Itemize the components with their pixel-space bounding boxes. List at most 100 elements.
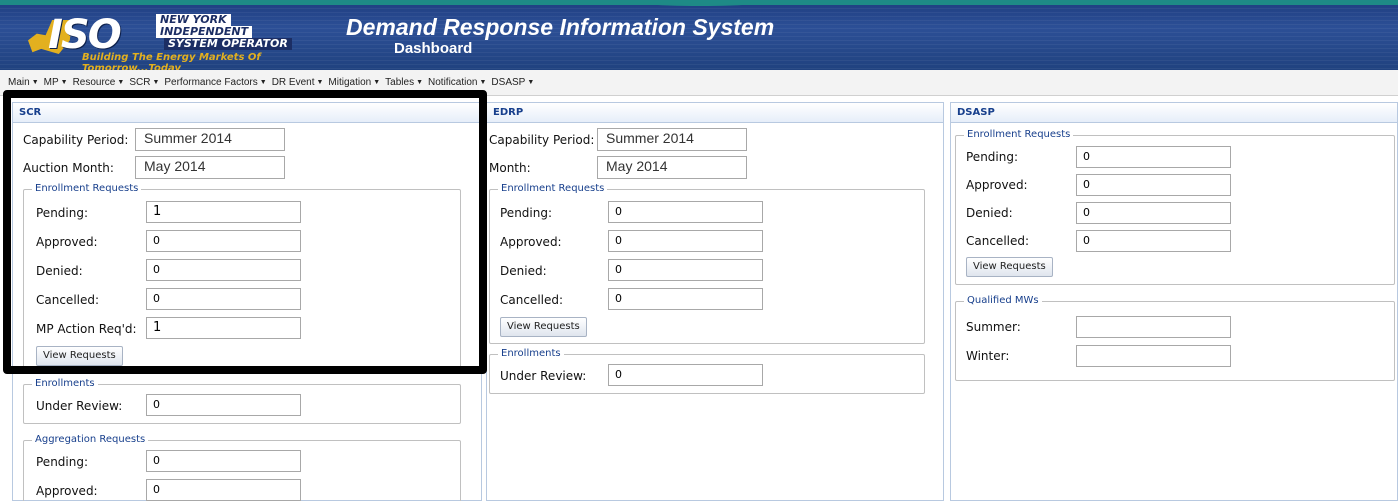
scr-enrollment-requests-legend: Enrollment Requests <box>32 183 142 194</box>
dsasp-denied-field[interactable]: 0 <box>1076 202 1231 224</box>
edrp-enrollment-requests-group: Enrollment Requests Pending: 0 Approved:… <box>489 183 925 344</box>
app-title: Demand Response Information System <box>346 14 775 40</box>
caret-down-icon: ▼ <box>316 79 324 86</box>
scr-enrollments-legend: Enrollments <box>32 378 98 389</box>
cancelled-field[interactable]: 0 <box>146 288 301 310</box>
scr-aggregation-requests-legend: Aggregation Requests <box>32 434 149 445</box>
capability-period-label: Capability Period: <box>23 133 129 147</box>
edrp-under-review-field[interactable]: 0 <box>608 364 763 386</box>
edrp-approved-label: Approved: <box>500 235 562 249</box>
logo-line-3: SYSTEM OPERATOR <box>164 38 292 50</box>
dsasp-view-requests-button[interactable]: View Requests <box>966 257 1053 277</box>
edrp-denied-label: Denied: <box>500 264 547 278</box>
menu-label: DSASP <box>491 77 526 88</box>
dsasp-cancelled-label: Cancelled: <box>966 234 1030 248</box>
logo-tagline: Building The Energy Markets Of Tomorrow.… <box>82 52 261 70</box>
edrp-month-field[interactable]: May 2014 <box>597 156 747 179</box>
menu-label: DR Event <box>271 77 315 88</box>
capability-period-field[interactable]: Summer 2014 <box>135 128 285 151</box>
menu-label: Notification <box>428 77 478 88</box>
menu-label: Tables <box>385 77 415 88</box>
nyiso-logo[interactable]: ISO NEW YORK INDEPENDENT SYSTEM OPERATOR… <box>18 12 318 70</box>
dsasp-qualified-mws-group: Qualified MWs Summer: Winter: <box>955 295 1395 381</box>
aggregation-approved-field[interactable]: 0 <box>146 479 301 501</box>
dsasp-denied-label: Denied: <box>966 206 1013 220</box>
caret-down-icon: ▼ <box>152 79 160 86</box>
edrp-enrollment-requests-legend: Enrollment Requests <box>498 183 608 194</box>
edrp-denied-field[interactable]: 0 <box>608 259 763 281</box>
denied-label: Denied: <box>36 264 83 278</box>
caret-down-icon: ▼ <box>259 79 267 86</box>
winter-label: Winter: <box>966 349 1010 363</box>
menu-scr[interactable]: SCR ▼ <box>129 77 159 88</box>
pending-field[interactable]: 1 <box>146 201 301 223</box>
auction-month-label: Auction Month: <box>23 161 114 175</box>
pending-label: Pending: <box>36 206 89 220</box>
approved-label: Approved: <box>36 235 98 249</box>
menu-mp[interactable]: MP ▼ <box>44 77 68 88</box>
dsasp-pending-label: Pending: <box>966 150 1019 164</box>
menu-label: Mitigation <box>328 77 372 88</box>
dsasp-qualified-mws-legend: Qualified MWs <box>964 295 1042 306</box>
edrp-panel-title: EDRP <box>487 103 943 123</box>
caret-down-icon: ▼ <box>31 79 39 86</box>
edrp-capability-period-field[interactable]: Summer 2014 <box>597 128 747 151</box>
aggregation-pending-label: Pending: <box>36 455 89 469</box>
caret-down-icon: ▼ <box>527 79 535 86</box>
edrp-cancelled-label: Cancelled: <box>500 293 564 307</box>
mp-action-field[interactable]: 1 <box>146 317 301 339</box>
dsasp-enrollment-requests-legend: Enrollment Requests <box>964 129 1074 140</box>
edrp-capability-period-label: Capability Period: <box>489 133 595 147</box>
menu-label: Resource <box>72 77 116 88</box>
edrp-panel: EDRP Capability Period: Summer 2014 Mont… <box>486 102 944 501</box>
summer-label: Summer: <box>966 320 1021 334</box>
scr-view-requests-button[interactable]: View Requests <box>36 346 123 366</box>
cancelled-label: Cancelled: <box>36 293 100 307</box>
winter-field[interactable] <box>1076 345 1231 367</box>
auction-month-field[interactable]: May 2014 <box>135 156 285 179</box>
menu-tables[interactable]: Tables ▼ <box>385 77 423 88</box>
edrp-cancelled-field[interactable]: 0 <box>608 288 763 310</box>
caret-down-icon: ▼ <box>416 79 424 86</box>
summer-field[interactable] <box>1076 316 1231 338</box>
aggregation-approved-label: Approved: <box>36 484 98 498</box>
menu-notification[interactable]: Notification ▼ <box>428 77 486 88</box>
edrp-approved-field[interactable]: 0 <box>608 230 763 252</box>
menu-dsasp[interactable]: DSASP ▼ <box>491 77 534 88</box>
aggregation-pending-field[interactable]: 0 <box>146 450 301 472</box>
approved-field[interactable]: 0 <box>146 230 301 252</box>
menu-resource[interactable]: Resource ▼ <box>73 77 125 88</box>
caret-down-icon: ▼ <box>373 79 381 86</box>
scr-enrollments-group: Enrollments Under Review: 0 <box>23 378 461 424</box>
main-menu-bar: Main ▼ MP ▼ Resource ▼ SCR ▼ Performance Fac… <box>0 70 1398 96</box>
dsasp-approved-label: Approved: <box>966 178 1028 192</box>
scr-aggregation-requests-group: Aggregation Requests Pending: 0 Approved… <box>23 434 461 501</box>
edrp-pending-field[interactable]: 0 <box>608 201 763 223</box>
app-header: ISO NEW YORK INDEPENDENT SYSTEM OPERATOR… <box>0 0 1398 70</box>
edrp-view-requests-button[interactable]: View Requests <box>500 317 587 337</box>
header-accent-strip <box>0 0 1398 6</box>
scr-panel: SCR Capability Period: Summer 2014 Aucti… <box>12 102 482 501</box>
scr-enrollment-requests-group: Enrollment Requests Pending: 1 Approved:… <box>23 183 461 374</box>
edrp-pending-label: Pending: <box>500 206 553 220</box>
mp-action-label: MP Action Req'd: <box>36 322 137 336</box>
menu-label: Main <box>8 77 30 88</box>
menu-mitigation[interactable]: Mitigation ▼ <box>328 77 380 88</box>
menu-performance-factors[interactable]: Performance Factors ▼ <box>164 77 266 88</box>
menu-dr-event[interactable]: DR Event ▼ <box>272 77 324 88</box>
scr-panel-title: SCR <box>13 103 481 123</box>
dsasp-approved-field[interactable]: 0 <box>1076 174 1231 196</box>
menu-main[interactable]: Main ▼ <box>8 77 39 88</box>
dsasp-pending-field[interactable]: 0 <box>1076 146 1231 168</box>
edrp-enrollments-group: Enrollments Under Review: 0 <box>489 348 925 394</box>
under-review-field[interactable]: 0 <box>146 394 301 416</box>
dsasp-cancelled-field[interactable]: 0 <box>1076 230 1231 252</box>
dsasp-panel: DSASP Enrollment Requests Pending: 0 App… <box>950 102 1398 501</box>
caret-down-icon: ▼ <box>479 79 487 86</box>
under-review-label: Under Review: <box>36 399 123 413</box>
dsasp-enrollment-requests-group: Enrollment Requests Pending: 0 Approved:… <box>955 129 1395 285</box>
menu-label: MP <box>43 77 59 88</box>
caret-down-icon: ▼ <box>60 79 68 86</box>
denied-field[interactable]: 0 <box>146 259 301 281</box>
page-title: Dashboard <box>394 40 473 57</box>
